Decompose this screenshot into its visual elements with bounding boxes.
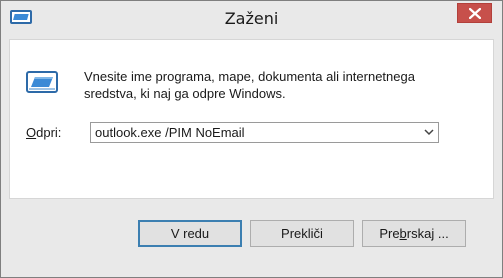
close-icon — [469, 8, 481, 19]
ok-button[interactable]: V redu — [138, 220, 242, 247]
browse-button[interactable]: Prebrskaj ... — [362, 220, 466, 247]
open-label: Odpri: — [26, 125, 61, 140]
description-line-1: Vnesite ime programa, mape, dokumenta al… — [84, 69, 415, 84]
browse-label-mnemonic: b — [399, 226, 407, 241]
run-dialog-window: Zaženi Vnesite ime programa, mape, dokum… — [0, 0, 503, 278]
cancel-button[interactable]: Prekliči — [250, 220, 354, 247]
open-label-suffix: dpri: — [36, 125, 62, 140]
run-dialog-icon — [26, 70, 58, 94]
dialog-content: Vnesite ime programa, mape, dokumenta al… — [9, 39, 494, 199]
chevron-down-icon[interactable] — [424, 128, 434, 136]
description-line-2: sredstva, ki naj ga odpre Windows. — [84, 86, 286, 101]
open-label-mnemonic: O — [26, 125, 37, 140]
browse-label-suffix: rskaj ... — [406, 226, 449, 241]
open-input[interactable]: outlook.exe /PIM NoEmail — [95, 125, 245, 140]
close-button[interactable] — [457, 3, 492, 23]
dialog-description: Vnesite ime programa, mape, dokumenta al… — [84, 68, 484, 102]
open-combobox[interactable]: outlook.exe /PIM NoEmail — [90, 122, 439, 143]
window-title: Zaženi — [224, 9, 279, 28]
title-bar[interactable]: Zaženi — [1, 1, 502, 35]
browse-label-prefix: Pre — [379, 226, 400, 241]
